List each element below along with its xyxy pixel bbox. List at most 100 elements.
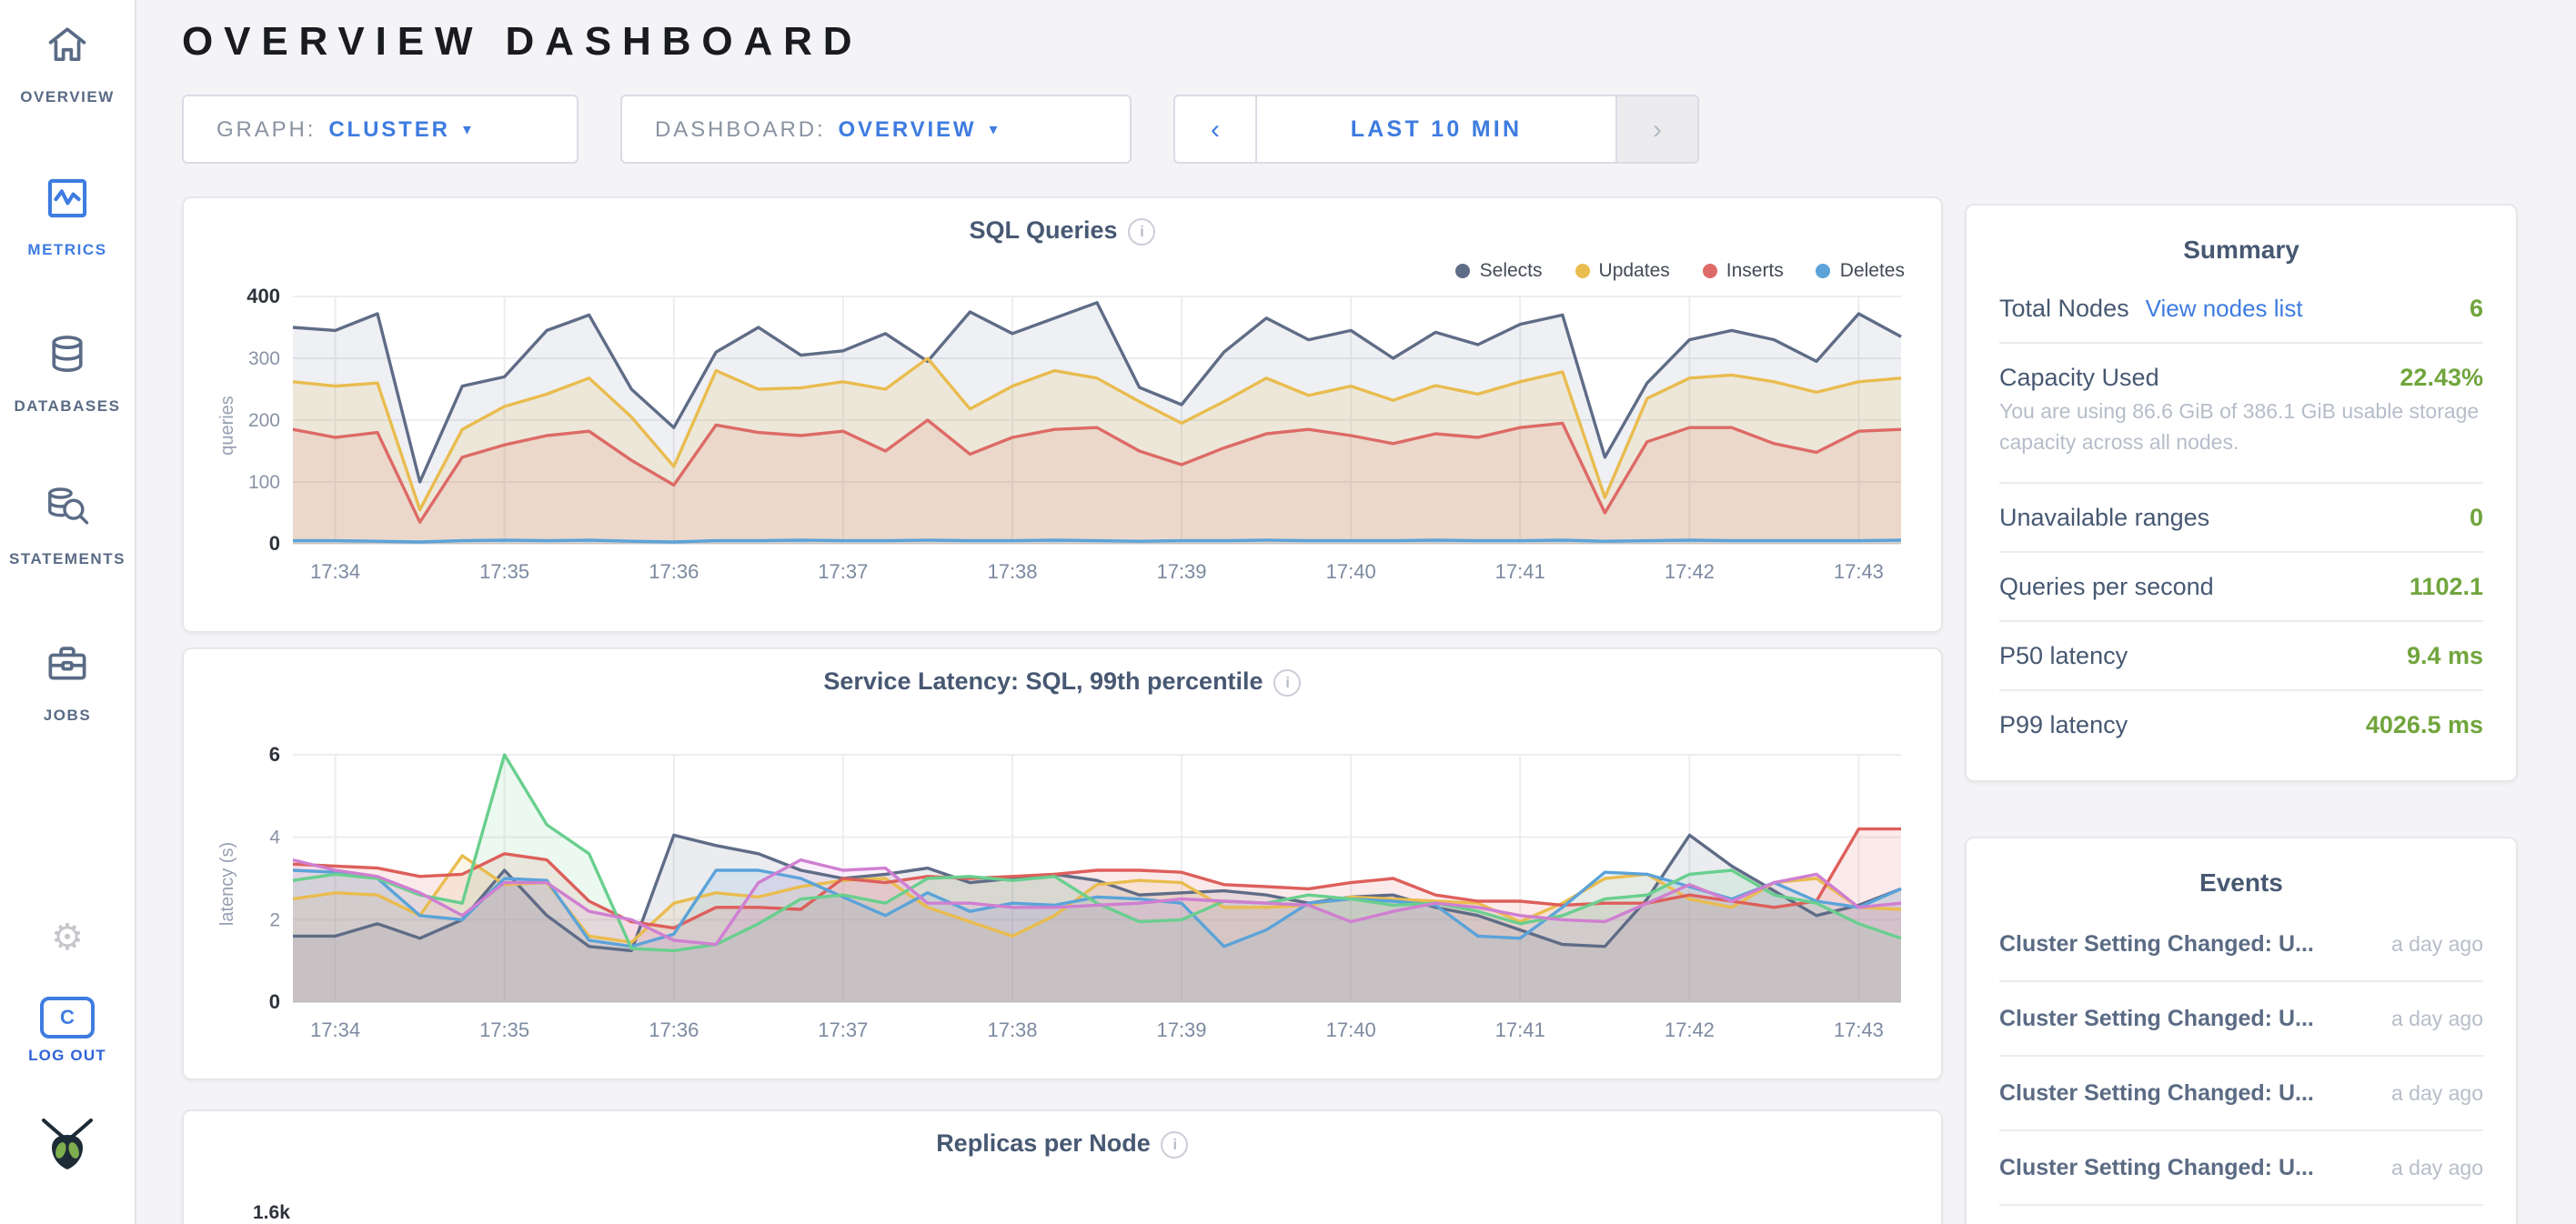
dashboard-dropdown[interactable]: DASHBOARD: OVERVIEW ▾ <box>620 95 1132 164</box>
service-latency-chart-card: Service Latency: SQL, 99th percentile 17… <box>182 647 1943 1080</box>
svg-text:17:34: 17:34 <box>310 1018 360 1041</box>
settings-gear-icon[interactable]: ⚙ <box>0 920 135 957</box>
info-icon[interactable] <box>1129 218 1156 246</box>
home-icon <box>44 22 91 78</box>
legend-label: Inserts <box>1726 260 1784 282</box>
legend-label: Updates <box>1599 260 1670 282</box>
svg-text:latency (s): latency (s) <box>217 842 237 926</box>
svg-text:200: 200 <box>248 410 280 431</box>
summary-row-label: Capacity Used <box>1999 364 2159 391</box>
svg-text:17:41: 17:41 <box>1495 560 1545 583</box>
summary-row-label: Unavailable ranges <box>1999 503 2209 530</box>
events-title: Events <box>1999 868 2483 897</box>
view-nodes-link[interactable]: View nodes list <box>2146 295 2303 322</box>
summary-row-label: P99 latency <box>1999 710 2128 737</box>
event-label: Cluster Setting Changed: U... <box>1999 1155 2314 1180</box>
sidebar-item-label: JOBS <box>44 706 91 724</box>
svg-text:17:36: 17:36 <box>649 560 699 583</box>
svg-text:17:43: 17:43 <box>1834 1018 1884 1041</box>
legend-item[interactable]: Inserts <box>1703 260 1784 282</box>
event-label: Cluster Setting Changed: U... <box>1999 1006 2314 1031</box>
dashboard-dropdown-value: OVERVIEW <box>839 116 977 142</box>
svg-text:17:43: 17:43 <box>1834 560 1884 583</box>
toolbar: GRAPH: CLUSTER ▾ DASHBOARD: OVERVIEW ▾ ‹… <box>182 95 1699 164</box>
graph-dropdown-value: CLUSTER <box>328 116 450 142</box>
y-axis-tick: 1.6k <box>253 1202 1912 1224</box>
summary-row: P50 latency9.4 ms <box>1999 621 2483 690</box>
summary-row-value: 0 <box>2470 503 2483 530</box>
chevron-down-icon: ▾ <box>463 119 474 139</box>
summary-row-value: 1102.1 <box>2410 572 2483 599</box>
databases-icon <box>44 331 91 387</box>
summary-row-value: 9.4 ms <box>2407 641 2483 668</box>
chart-title-text: Service Latency: SQL, 99th percentile <box>823 667 1263 695</box>
info-icon[interactable] <box>1162 1131 1189 1159</box>
jobs-icon <box>44 640 91 697</box>
event-row[interactable]: Cluster Setting Changed: U...a day ago <box>1999 1131 2483 1206</box>
chevron-down-icon: ▾ <box>989 119 1000 139</box>
svg-text:queries: queries <box>217 396 237 456</box>
svg-text:100: 100 <box>248 472 280 493</box>
sidebar-item-label: METRICS <box>27 240 106 258</box>
cockroachdb-logo-icon <box>0 1113 135 1175</box>
svg-text:400: 400 <box>247 285 280 307</box>
summary-row: Queries per second1102.1 <box>1999 552 2483 621</box>
summary-panel: Summary Total NodesView nodes list6Capac… <box>1965 204 2518 781</box>
sql-queries-chart-card: SQL Queries Selects Updates Inserts Deletes… <box>182 196 1943 633</box>
svg-text:17:37: 17:37 <box>818 1018 868 1041</box>
svg-text:17:36: 17:36 <box>649 1018 699 1041</box>
legend-dot-icon <box>1816 264 1831 278</box>
sidebar-item-jobs[interactable]: JOBS <box>0 640 135 724</box>
legend-dot-icon <box>1703 264 1717 278</box>
chart-title-text: Replicas per Node <box>936 1129 1151 1157</box>
service-latency-chart: 17:3417:3517:3617:3717:3817:3917:4017:41… <box>213 740 1912 1058</box>
event-row[interactable]: Cluster Setting Changed: U...a day ago <box>1999 908 2483 982</box>
sidebar-item-statements[interactable]: STATEMENTS <box>0 484 135 567</box>
sidebar-item-metrics[interactable]: METRICS <box>0 175 135 258</box>
event-time: a day ago <box>2391 1009 2483 1031</box>
chart-title: SQL Queries <box>213 216 1912 246</box>
svg-text:2: 2 <box>269 909 280 930</box>
sidebar-item-databases[interactable]: DATABASES <box>0 331 135 415</box>
sidebar-item-label: STATEMENTS <box>9 549 126 567</box>
graph-dropdown-label: GRAPH: <box>216 116 316 142</box>
info-icon[interactable] <box>1274 669 1302 697</box>
time-range-value[interactable]: LAST 10 MIN <box>1255 96 1617 162</box>
graph-dropdown[interactable]: GRAPH: CLUSTER ▾ <box>182 95 579 164</box>
summary-title: Summary <box>1999 235 2483 264</box>
svg-text:17:38: 17:38 <box>987 1018 1037 1041</box>
legend-item[interactable]: Updates <box>1575 260 1670 282</box>
logout-icon: C <box>40 997 95 1038</box>
svg-text:17:35: 17:35 <box>479 1018 529 1041</box>
event-row[interactable]: Cluster Setting Changed: U... a day ago <box>1999 982 2483 1057</box>
chart-title-text: SQL Queries <box>969 216 1117 244</box>
legend-item[interactable]: Deletes <box>1816 260 1905 282</box>
svg-text:17:42: 17:42 <box>1665 1018 1715 1041</box>
event-time: a day ago <box>2391 1084 2483 1106</box>
svg-text:17:40: 17:40 <box>1326 560 1376 583</box>
summary-rows: Total NodesView nodes list6Capacity Used… <box>1999 275 2483 757</box>
time-range-selector: ‹ LAST 10 MIN › <box>1173 95 1699 164</box>
summary-row: Capacity Used22.43%You are using 86.6 Gi… <box>1999 344 2483 483</box>
replicas-per-node-chart-card: Replicas per Node 1.6k <box>182 1109 1943 1224</box>
time-prev-button[interactable]: ‹ <box>1175 96 1255 162</box>
summary-row-value: 4026.5 ms <box>2366 710 2483 737</box>
event-label: Cluster Setting Changed: U... <box>1999 1080 2314 1106</box>
svg-text:0: 0 <box>269 990 280 1013</box>
summary-row: P99 latency 4026.5 ms <box>1999 690 2483 757</box>
event-row[interactable]: Cluster Setting Changed: U...a day ago <box>1999 1206 2483 1224</box>
summary-row: Unavailable ranges 0 <box>1999 483 2483 552</box>
logout-label: LOG OUT <box>28 1046 106 1064</box>
sidebar-item-overview[interactable]: OVERVIEW <box>0 22 135 105</box>
svg-text:17:39: 17:39 <box>1156 560 1206 583</box>
event-row[interactable]: Cluster Setting Changed: U... a day ago <box>1999 1057 2483 1131</box>
main-content: OVERVIEW DASHBOARD GRAPH: CLUSTER ▾ DASH… <box>182 0 1943 65</box>
summary-row-subtext: You are using 86.6 GiB of 386.1 GiB usab… <box>1999 398 2483 461</box>
logout-button[interactable]: C LOG OUT <box>0 997 135 1064</box>
svg-text:17:37: 17:37 <box>818 560 868 583</box>
metrics-icon <box>44 175 91 231</box>
time-next-button[interactable]: › <box>1617 96 1697 162</box>
page-title: OVERVIEW DASHBOARD <box>182 0 1943 65</box>
legend-item[interactable]: Selects <box>1456 260 1543 282</box>
summary-row-value: 6 <box>2470 295 2483 322</box>
